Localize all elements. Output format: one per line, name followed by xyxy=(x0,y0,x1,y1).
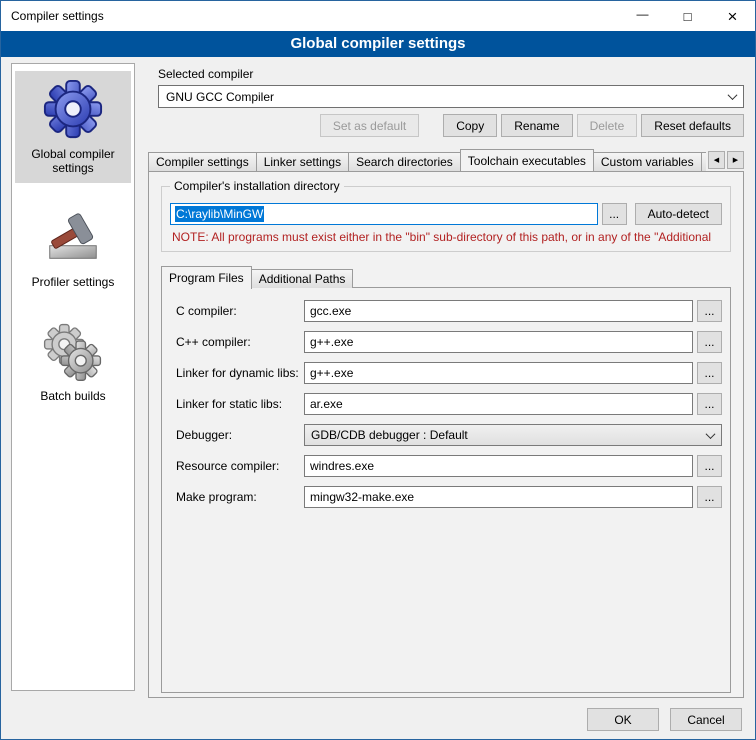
copy-button[interactable]: Copy xyxy=(443,114,497,137)
tab-scroll-right-icon[interactable]: ▶ xyxy=(727,151,744,169)
close-button[interactable]: × xyxy=(710,1,755,31)
install-dir-input[interactable]: C:\raylib\MinGW xyxy=(170,203,598,225)
tab-scroll-buttons: ◀ ▶ xyxy=(708,151,744,169)
field-row-linker-static: Linker for static libs: ... xyxy=(176,393,722,415)
tab-search-directories[interactable]: Search directories xyxy=(348,152,461,171)
tab-compiler-settings[interactable]: Compiler settings xyxy=(148,152,257,171)
linker-static-input[interactable] xyxy=(304,393,693,415)
blue-gear-icon xyxy=(42,78,104,140)
cancel-button[interactable]: Cancel xyxy=(670,708,742,731)
window-title: Compiler settings xyxy=(1,1,620,31)
installation-directory-row: C:\raylib\MinGW ... Auto-detect xyxy=(170,203,722,225)
chevron-down-icon xyxy=(700,426,720,444)
maximize-button[interactable]: □ xyxy=(665,1,710,31)
c-compiler-browse-button[interactable]: ... xyxy=(697,300,722,322)
linker-static-label: Linker for static libs: xyxy=(176,397,304,411)
linker-dynamic-label: Linker for dynamic libs: xyxy=(176,366,304,380)
linker-static-browse-button[interactable]: ... xyxy=(697,393,722,415)
tab-toolchain-executables[interactable]: Toolchain executables xyxy=(460,149,594,171)
profiler-icon xyxy=(42,206,104,268)
main-panel: Selected compiler GNU GCC Compiler Set a… xyxy=(148,63,744,698)
resource-compiler-browse-button[interactable]: ... xyxy=(697,455,722,477)
tabs-viewport: Compiler settings Linker settings Search… xyxy=(148,149,706,171)
c-compiler-input[interactable] xyxy=(304,300,693,322)
reset-defaults-button[interactable]: Reset defaults xyxy=(641,114,744,137)
sidebar-item-label: Profiler settings xyxy=(17,275,129,289)
settings-tab-bar: Compiler settings Linker settings Search… xyxy=(148,149,744,171)
dialog-header-title: Global compiler settings xyxy=(1,31,755,57)
auto-detect-button[interactable]: Auto-detect xyxy=(635,203,722,225)
minimize-icon: — xyxy=(637,8,649,20)
toolchain-executables-panel: Compiler's installation directory C:\ray… xyxy=(148,171,744,698)
tab-program-files[interactable]: Program Files xyxy=(161,266,252,289)
minimize-button[interactable]: — xyxy=(620,1,665,31)
debugger-value: GDB/CDB debugger : Default xyxy=(311,428,468,442)
field-row-linker-dynamic: Linker for dynamic libs: ... xyxy=(176,362,722,384)
title-bar[interactable]: Compiler settings — □ × xyxy=(1,1,755,31)
field-row-resource-compiler: Resource compiler: ... xyxy=(176,455,722,477)
sidebar-item-profiler-settings[interactable]: Profiler settings xyxy=(15,199,131,297)
resource-compiler-input[interactable] xyxy=(304,455,693,477)
program-files-tab-bar: Program Files Additional Paths xyxy=(161,266,731,288)
field-row-make-program: Make program: ... xyxy=(176,486,722,508)
sidebar-item-label: Global compiler settings xyxy=(17,147,129,175)
delete-button[interactable]: Delete xyxy=(577,114,638,137)
set-as-default-button[interactable]: Set as default xyxy=(320,114,419,137)
rename-button[interactable]: Rename xyxy=(501,114,572,137)
compiler-actions: Set as default Copy Rename Delete Reset … xyxy=(158,114,744,137)
tab-additional-paths[interactable]: Additional Paths xyxy=(251,269,354,288)
cpp-compiler-input[interactable] xyxy=(304,331,693,353)
sidebar-item-global-compiler-settings[interactable]: Global compiler settings xyxy=(15,71,131,183)
linker-dynamic-browse-button[interactable]: ... xyxy=(697,362,722,384)
install-dir-value: C:\raylib\MinGW xyxy=(175,206,264,222)
program-files-panel: C compiler: ... C++ compiler: ... Linker… xyxy=(161,287,731,693)
field-row-c-compiler: C compiler: ... xyxy=(176,300,722,322)
sidebar-item-label: Batch builds xyxy=(17,389,129,403)
debugger-dropdown[interactable]: GDB/CDB debugger : Default xyxy=(304,424,722,446)
install-dir-browse-button[interactable]: ... xyxy=(602,203,627,225)
debugger-label: Debugger: xyxy=(176,428,304,442)
field-row-cpp-compiler: C++ compiler: ... xyxy=(176,331,722,353)
maximize-icon: □ xyxy=(684,10,692,23)
make-program-input[interactable] xyxy=(304,486,693,508)
selected-compiler-label: Selected compiler xyxy=(158,67,744,81)
compiler-settings-dialog: Compiler settings — □ × Global compiler … xyxy=(0,0,756,740)
make-program-browse-button[interactable]: ... xyxy=(697,486,722,508)
selected-compiler-value: GNU GCC Compiler xyxy=(166,90,274,104)
bin-subdirectory-note: NOTE: All programs must exist either in … xyxy=(172,230,722,244)
resource-compiler-label: Resource compiler: xyxy=(176,459,304,473)
tab-custom-variables[interactable]: Custom variables xyxy=(593,152,702,171)
ok-button[interactable]: OK xyxy=(587,708,659,731)
c-compiler-label: C compiler: xyxy=(176,304,304,318)
field-row-debugger: Debugger: GDB/CDB debugger : Default xyxy=(176,424,722,446)
tab-scroll-left-icon[interactable]: ◀ xyxy=(708,151,725,169)
installation-directory-group-title: Compiler's installation directory xyxy=(170,179,344,193)
dialog-footer: OK Cancel xyxy=(587,708,742,731)
linker-dynamic-input[interactable] xyxy=(304,362,693,384)
settings-category-list: Global compiler settings Profiler settin… xyxy=(11,63,135,691)
close-icon: × xyxy=(728,8,738,25)
tab-linker-settings[interactable]: Linker settings xyxy=(256,152,349,171)
selected-compiler-dropdown[interactable]: GNU GCC Compiler xyxy=(158,85,744,108)
chevron-down-icon xyxy=(722,87,742,106)
batch-builds-icon xyxy=(42,320,104,382)
cpp-compiler-browse-button[interactable]: ... xyxy=(697,331,722,353)
sidebar-item-batch-builds[interactable]: Batch builds xyxy=(15,313,131,411)
make-program-label: Make program: xyxy=(176,490,304,504)
installation-directory-group: Compiler's installation directory C:\ray… xyxy=(161,186,731,252)
tab-build-options[interactable]: Build options xyxy=(701,152,706,171)
cpp-compiler-label: C++ compiler: xyxy=(176,335,304,349)
